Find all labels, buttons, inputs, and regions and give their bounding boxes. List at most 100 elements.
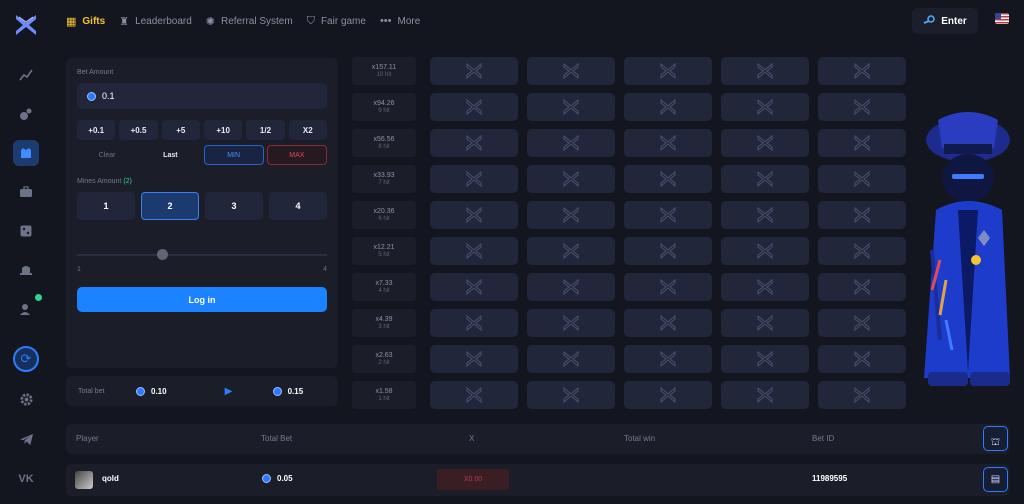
add-0-5-button[interactable]: +0.5 — [119, 120, 158, 140]
mine-tile[interactable] — [624, 165, 712, 193]
mine-tile[interactable] — [527, 93, 615, 121]
mine-tile[interactable] — [818, 381, 906, 409]
mine-tile[interactable] — [527, 381, 615, 409]
nav-gifts[interactable]: ▦ Gifts — [66, 15, 105, 28]
mine-tile[interactable] — [721, 201, 809, 229]
nav-more[interactable]: ••• More — [380, 15, 420, 27]
mine-tile[interactable] — [721, 57, 809, 85]
tray-button[interactable]: ⛫ — [983, 426, 1008, 451]
mine-tile[interactable] — [527, 273, 615, 301]
mine-tile[interactable] — [430, 273, 518, 301]
mines-option-1[interactable]: 1 — [77, 192, 135, 220]
bet-amount-input[interactable]: 0.1 — [77, 83, 327, 109]
mine-tile[interactable] — [818, 93, 906, 121]
chart-icon[interactable] — [13, 62, 39, 88]
mine-tile[interactable] — [721, 381, 809, 409]
mine-tile[interactable] — [430, 345, 518, 373]
mine-tile[interactable] — [624, 57, 712, 85]
clear-button[interactable]: Clear — [77, 145, 137, 165]
telegram-icon[interactable] — [13, 426, 39, 452]
mines-game-icon[interactable] — [13, 140, 39, 166]
chat-button[interactable]: ▤ — [983, 467, 1008, 492]
mine-tile[interactable] — [430, 237, 518, 265]
double-button[interactable]: X2 — [288, 120, 327, 140]
dice-icon[interactable] — [13, 218, 39, 244]
mine-tile[interactable] — [721, 237, 809, 265]
detective-character-illustration — [924, 112, 1010, 386]
logo[interactable] — [13, 12, 39, 38]
add-10-button[interactable]: +10 — [203, 120, 243, 140]
mine-tile[interactable] — [527, 201, 615, 229]
mine-tile[interactable] — [818, 345, 906, 373]
mine-tile[interactable] — [527, 237, 615, 265]
mine-tile[interactable] — [721, 309, 809, 337]
tile-logo-icon — [854, 170, 870, 188]
login-button[interactable]: Log in — [77, 287, 327, 312]
mine-tile[interactable] — [527, 345, 615, 373]
mine-tile[interactable] — [527, 165, 615, 193]
mine-tile[interactable] — [721, 165, 809, 193]
mine-tile[interactable] — [624, 345, 712, 373]
mine-tile[interactable] — [818, 57, 906, 85]
mine-tile[interactable] — [430, 93, 518, 121]
case-icon[interactable] — [13, 179, 39, 205]
table-row: qold 0.05 X0.00 11989595 ▤ — [66, 464, 1010, 496]
mine-tile[interactable] — [527, 57, 615, 85]
multiplier-item: x2.63 2 hit — [352, 345, 416, 373]
bomb-slider-handle-icon[interactable] — [157, 249, 168, 260]
mine-tile[interactable] — [624, 273, 712, 301]
mine-tile[interactable] — [624, 237, 712, 265]
mine-tile[interactable] — [818, 273, 906, 301]
mine-tile[interactable] — [527, 129, 615, 157]
mine-tile[interactable] — [430, 57, 518, 85]
add-0-1-button[interactable]: +0.1 — [77, 120, 116, 140]
mine-tile[interactable] — [818, 201, 906, 229]
half-button[interactable]: 1/2 — [246, 120, 285, 140]
col-total-win: Total win — [624, 434, 656, 443]
mine-tile[interactable] — [430, 381, 518, 409]
mine-tile[interactable] — [624, 381, 712, 409]
tile-logo-icon — [660, 170, 676, 188]
min-button[interactable]: MIN — [203, 145, 264, 165]
mines-option-4[interactable]: 4 — [269, 192, 327, 220]
mine-tile[interactable] — [430, 165, 518, 193]
mine-tile[interactable] — [430, 129, 518, 157]
language-flag-icon[interactable] — [995, 13, 1009, 24]
mine-tile[interactable] — [818, 129, 906, 157]
mine-tile[interactable] — [430, 201, 518, 229]
hat-icon[interactable] — [13, 257, 39, 283]
mine-tile[interactable] — [721, 129, 809, 157]
dice-game-icon[interactable] — [13, 101, 39, 127]
mine-tile[interactable] — [624, 201, 712, 229]
vk-icon[interactable]: VK — [13, 466, 39, 492]
mine-tile[interactable] — [721, 93, 809, 121]
nav-leaderboard[interactable]: ♜ Leaderboard — [119, 15, 192, 28]
mine-tile[interactable] — [624, 93, 712, 121]
last-button[interactable]: Last — [140, 145, 200, 165]
mine-tile[interactable] — [818, 165, 906, 193]
total-bet-label: Total bet — [78, 387, 105, 395]
mine-tile[interactable] — [721, 273, 809, 301]
mines-slider[interactable] — [77, 254, 327, 256]
nav-referral[interactable]: ✺ Referral System — [206, 15, 293, 28]
mine-tile[interactable] — [430, 309, 518, 337]
max-button[interactable]: MAX — [266, 145, 327, 165]
settings-icon[interactable] — [13, 386, 39, 412]
mine-tile[interactable] — [818, 237, 906, 265]
mine-tile[interactable] — [527, 309, 615, 337]
user-icon[interactable] — [13, 294, 42, 322]
refresh-icon[interactable]: ⟳ — [13, 346, 39, 372]
tile-logo-icon — [757, 386, 773, 404]
add-5-button[interactable]: +5 — [161, 120, 200, 140]
multiplier-hits: 6 hit — [378, 216, 390, 222]
mine-tile[interactable] — [818, 309, 906, 337]
mines-option-3[interactable]: 3 — [205, 192, 263, 220]
mines-option-2[interactable]: 2 — [141, 192, 199, 220]
mine-tile[interactable] — [624, 309, 712, 337]
slider-min-label: 1 — [77, 266, 81, 273]
nav-fair-game[interactable]: ⛉ Fair game — [307, 15, 366, 28]
mine-tile[interactable] — [721, 345, 809, 373]
col-bet-id: Bet ID — [812, 434, 835, 443]
enter-button[interactable]: Enter — [912, 8, 978, 34]
mine-tile[interactable] — [624, 129, 712, 157]
